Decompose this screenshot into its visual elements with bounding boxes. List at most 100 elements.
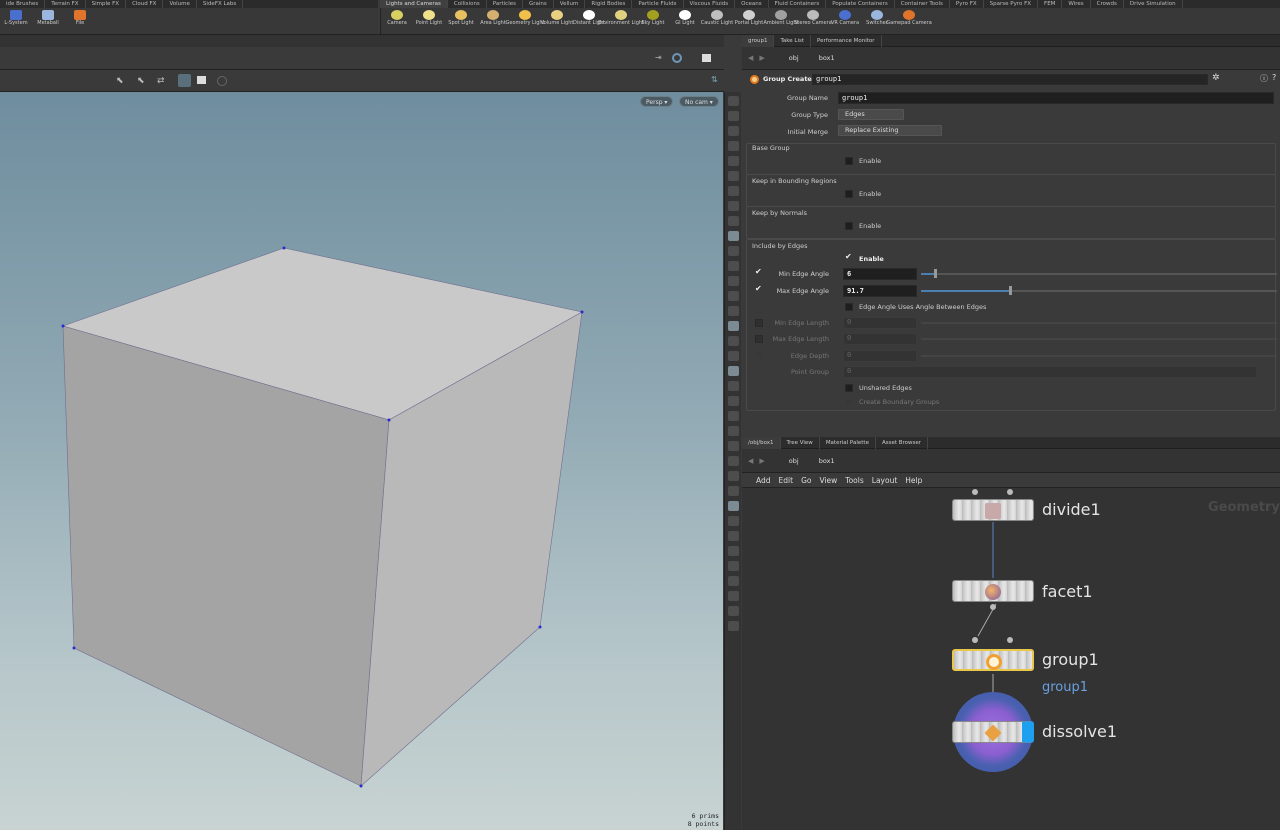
base-group-enable[interactable] bbox=[845, 157, 853, 165]
display-option-14[interactable] bbox=[727, 306, 739, 316]
shelf-tool-right-5[interactable]: Volume Light bbox=[541, 8, 573, 27]
shelf-tab-right-17[interactable]: Drive Simulation bbox=[1124, 0, 1183, 8]
select-mode-icon[interactable]: ⬉ bbox=[116, 76, 126, 86]
shelf-tab-right-5[interactable]: Rigid Bodies bbox=[585, 0, 633, 8]
display-option-33[interactable] bbox=[727, 591, 739, 601]
shelf-tab-left-4[interactable]: Volume bbox=[163, 0, 197, 8]
shelf-tab-left-1[interactable]: Terrain FX bbox=[45, 0, 86, 8]
shelf-tool-right-13[interactable]: Stereo Camera bbox=[794, 8, 832, 27]
select-edges-icon[interactable]: ⇄ bbox=[157, 76, 167, 86]
display-option-13[interactable] bbox=[727, 291, 739, 301]
point-group-field[interactable]: 0 bbox=[843, 366, 1257, 378]
network-menu-4[interactable]: Tools bbox=[845, 476, 863, 485]
edge-depth-field[interactable]: 0 bbox=[843, 350, 917, 362]
display-option-28[interactable] bbox=[727, 516, 739, 526]
shelf-tab-right-7[interactable]: Viscous Fluids bbox=[684, 0, 736, 8]
node-facet1[interactable] bbox=[952, 580, 1034, 602]
shelf-tool-right-9[interactable]: GI Light bbox=[669, 8, 701, 27]
display-option-21[interactable] bbox=[727, 411, 739, 421]
shelf-tab-right-15[interactable]: Wires bbox=[1062, 0, 1091, 8]
max-edge-angle-slider[interactable] bbox=[921, 286, 1277, 295]
select-group-icon[interactable] bbox=[217, 76, 227, 86]
shelf-tab-right-3[interactable]: Grains bbox=[523, 0, 554, 8]
display-option-12[interactable] bbox=[727, 276, 739, 286]
display-option-6[interactable] bbox=[727, 186, 739, 196]
initial-merge-menu[interactable]: Replace Existing bbox=[838, 125, 942, 136]
shelf-tool-right-7[interactable]: Environment Light bbox=[598, 8, 644, 27]
shelf-tool-left-0[interactable]: L-System bbox=[0, 8, 32, 27]
display-option-16[interactable] bbox=[727, 336, 739, 346]
question-icon[interactable]: ? bbox=[1272, 73, 1276, 82]
display-option-35[interactable] bbox=[727, 621, 739, 631]
forward-arrow-icon[interactable]: ▶ bbox=[759, 54, 764, 62]
params-tab-0[interactable]: group1 bbox=[742, 34, 775, 47]
pin-icon[interactable]: ⇥ bbox=[655, 54, 665, 62]
network-menu-3[interactable]: View bbox=[819, 476, 837, 485]
shelf-tab-right-2[interactable]: Particles bbox=[487, 0, 523, 8]
snap-icon[interactable]: ⇅ bbox=[711, 75, 721, 87]
shelf-tool-right-12[interactable]: Ambient Light bbox=[763, 8, 799, 27]
shelf-tab-right-0[interactable]: Lights and Cameras bbox=[380, 0, 448, 8]
shelf-tool-left-1[interactable]: Metaball bbox=[32, 8, 64, 27]
angle-between-toggle[interactable] bbox=[845, 303, 853, 311]
display-option-19[interactable] bbox=[727, 381, 739, 391]
shelf-tab-right-10[interactable]: Populate Containers bbox=[826, 0, 895, 8]
params-tab-2[interactable]: Performance Monitor bbox=[811, 34, 882, 47]
network-editor[interactable]: Geometry divide1 facet1 group1 group1 di… bbox=[742, 488, 1280, 830]
shelf-tab-right-11[interactable]: Container Tools bbox=[895, 0, 950, 8]
node-group1[interactable] bbox=[952, 649, 1034, 671]
scene-viewport[interactable]: Persp ▾ No cam ▾ 6 prims 8 points bbox=[0, 92, 723, 830]
display-option-9[interactable] bbox=[727, 231, 739, 241]
network-tab-0[interactable]: /obj/box1 bbox=[742, 436, 781, 449]
edges-enable[interactable] bbox=[845, 252, 853, 263]
display-option-17[interactable] bbox=[727, 351, 739, 361]
shelf-tool-right-2[interactable]: Spot Light bbox=[445, 8, 477, 27]
shelf-tab-right-13[interactable]: Sparse Pyro FX bbox=[984, 0, 1039, 8]
select-objects-icon[interactable] bbox=[197, 76, 206, 84]
pane-menu-icon[interactable] bbox=[702, 54, 711, 62]
back-arrow-icon[interactable]: ◀ bbox=[748, 54, 753, 62]
divide1-input[interactable] bbox=[972, 489, 978, 495]
net-forward-arrow-icon[interactable]: ▶ bbox=[759, 457, 764, 465]
network-menu-0[interactable]: Add bbox=[756, 476, 771, 485]
shelf-tool-right-0[interactable]: Camera bbox=[381, 8, 413, 27]
shelf-tab-left-3[interactable]: Cloud FX bbox=[126, 0, 164, 8]
node-name-field[interactable]: group1 bbox=[812, 74, 1208, 85]
shelf-tool-right-16[interactable]: Gamepad Camera bbox=[886, 8, 932, 27]
shelf-tab-right-6[interactable]: Particle Fluids bbox=[632, 0, 684, 8]
min-edge-angle-slider[interactable] bbox=[921, 269, 1277, 278]
network-menu-6[interactable]: Help bbox=[905, 476, 922, 485]
bbox-enable[interactable] bbox=[845, 190, 853, 198]
shelf-tab-right-9[interactable]: Fluid Containers bbox=[769, 0, 827, 8]
select-points-icon[interactable]: ⬉ bbox=[137, 76, 147, 86]
net-back-arrow-icon[interactable]: ◀ bbox=[748, 457, 753, 465]
select-prims-icon[interactable] bbox=[178, 74, 191, 87]
max-edge-length-slider[interactable] bbox=[921, 338, 1277, 340]
shelf-tab-right-14[interactable]: FEM bbox=[1038, 0, 1063, 8]
display-option-18[interactable] bbox=[727, 366, 739, 376]
display-option-4[interactable] bbox=[727, 156, 739, 166]
group-name-field[interactable]: group1 bbox=[838, 92, 1274, 104]
divide1-input2[interactable] bbox=[1007, 489, 1013, 495]
display-option-10[interactable] bbox=[727, 246, 739, 256]
display-option-22[interactable] bbox=[727, 426, 739, 436]
boundary-groups-toggle[interactable] bbox=[845, 398, 853, 406]
network-tab-2[interactable]: Material Palette bbox=[820, 436, 876, 449]
shelf-tab-right-12[interactable]: Pyro FX bbox=[950, 0, 984, 8]
path-obj[interactable]: obj bbox=[785, 54, 803, 62]
shelf-tab-left-5[interactable]: SideFX Labs bbox=[197, 0, 244, 8]
shelf-tool-left-2[interactable]: File bbox=[64, 8, 96, 27]
min-edge-length-slider[interactable] bbox=[921, 322, 1277, 324]
network-menu-2[interactable]: Go bbox=[801, 476, 811, 485]
max-edge-length-field[interactable]: 0 bbox=[843, 333, 917, 345]
display-option-25[interactable] bbox=[727, 471, 739, 481]
display-option-31[interactable] bbox=[727, 561, 739, 571]
link-icon[interactable] bbox=[672, 53, 682, 63]
display-option-26[interactable] bbox=[727, 486, 739, 496]
display-option-15[interactable] bbox=[727, 321, 739, 331]
shelf-tab-right-4[interactable]: Vellum bbox=[554, 0, 586, 8]
unshared-edges-toggle[interactable] bbox=[845, 384, 853, 392]
group1-input[interactable] bbox=[972, 637, 978, 643]
shelf-tab-left-0[interactable]: ide Brushes bbox=[0, 0, 46, 8]
min-edge-angle-field[interactable]: 6 bbox=[843, 268, 917, 280]
